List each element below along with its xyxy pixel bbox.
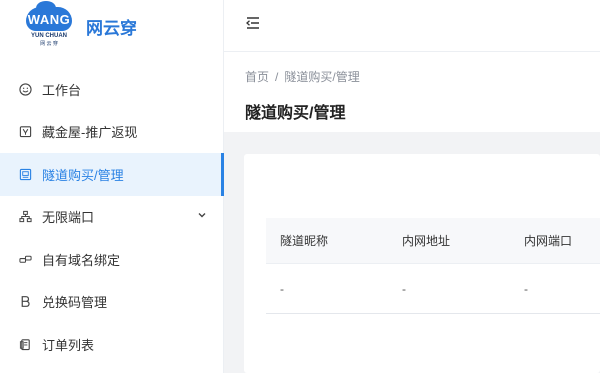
logo-area: WANG YUN CHUAN 网 云 穿 网云穿 bbox=[0, 0, 223, 52]
table-row[interactable]: - - - bbox=[266, 264, 600, 314]
sidebar-item-redeem-codes[interactable]: 兑换码管理 bbox=[0, 281, 223, 324]
sidebar-item-label: 藏金屋-推广返现 bbox=[42, 125, 138, 141]
breadcrumb-home[interactable]: 首页 bbox=[245, 70, 269, 84]
document-icon bbox=[18, 337, 32, 351]
logo-cloud: WANG bbox=[26, 1, 72, 31]
collapse-menu-icon[interactable] bbox=[244, 14, 262, 37]
sidebar: WANG YUN CHUAN 网 云 穿 网云穿 工作台 藏金屋-推广返现 隧道… bbox=[0, 0, 224, 373]
page-title: 隧道购买/管理 bbox=[245, 105, 346, 122]
chevron-down-icon[interactable] bbox=[197, 210, 207, 223]
breadcrumb: 首页 / 隧道购买/管理 bbox=[245, 68, 600, 85]
letter-b-icon bbox=[18, 295, 32, 309]
table-cell-lan-port: - bbox=[524, 281, 528, 296]
sidebar-item-domain-binding[interactable]: 自有域名绑定 bbox=[0, 238, 223, 281]
column-header-lan-port: 内网端口 bbox=[524, 234, 573, 248]
brand-name: 网云穿 bbox=[86, 18, 137, 38]
sidebar-item-label: 工作台 bbox=[42, 82, 82, 98]
table-cell-nickname: - bbox=[280, 281, 284, 296]
logo-subtitle: YUN CHUAN bbox=[31, 33, 67, 39]
sidebar-item-label: 订单列表 bbox=[42, 337, 95, 353]
sidebar-item-label: 隧道购买/管理 bbox=[42, 167, 124, 183]
logo-subtitle-cn: 网 云 穿 bbox=[40, 41, 58, 47]
column-header-lan-address: 内网地址 bbox=[402, 234, 451, 248]
link-icon bbox=[18, 252, 32, 266]
sitemap-icon bbox=[18, 210, 32, 224]
logo[interactable]: WANG YUN CHUAN 网 云 穿 bbox=[24, 1, 74, 49]
tunnel-icon bbox=[18, 167, 32, 181]
tunnel-table: 隧道昵称 内网地址 内网端口 - - - bbox=[266, 218, 600, 314]
sidebar-item-orders[interactable]: 订单列表 bbox=[0, 323, 223, 366]
logo-text: WANG bbox=[27, 11, 71, 27]
sidebar-menu: 工作台 藏金屋-推广返现 隧道购买/管理 无限端口 自有域名绑定 兑换码管理 订… bbox=[0, 68, 224, 366]
smile-icon bbox=[18, 82, 32, 96]
sidebar-item-dashboard[interactable]: 工作台 bbox=[0, 68, 223, 111]
topbar bbox=[224, 0, 600, 52]
breadcrumb-separator: / bbox=[275, 70, 279, 84]
page-header: 首页 / 隧道购买/管理 隧道购买/管理 bbox=[224, 52, 600, 132]
sidebar-item-label: 无限端口 bbox=[42, 210, 95, 226]
sidebar-item-tunnel[interactable]: 隧道购买/管理 bbox=[0, 153, 224, 196]
table-cell-lan-address: - bbox=[402, 281, 406, 296]
sidebar-item-label: 兑换码管理 bbox=[42, 295, 108, 311]
column-header-nickname: 隧道昵称 bbox=[280, 234, 329, 248]
sidebar-item-label: 自有域名绑定 bbox=[42, 252, 121, 268]
sidebar-item-unlimited-ports[interactable]: 无限端口 bbox=[0, 196, 223, 239]
gift-box-icon bbox=[18, 125, 32, 139]
sidebar-item-referral[interactable]: 藏金屋-推广返现 bbox=[0, 111, 223, 154]
table-header: 隧道昵称 内网地址 内网端口 bbox=[266, 218, 600, 264]
breadcrumb-current: 隧道购买/管理 bbox=[284, 70, 360, 84]
